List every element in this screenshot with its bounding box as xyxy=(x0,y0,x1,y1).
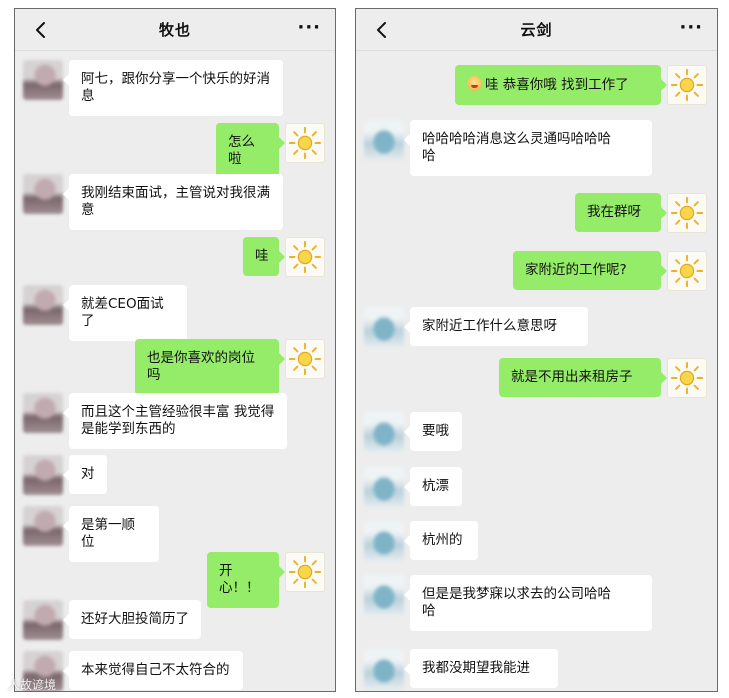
contact-avatar[interactable] xyxy=(364,120,404,160)
message-bubble[interactable]: 还好大胆投简历了 xyxy=(63,600,201,639)
left-chat-window: 牧也 ··· 阿七，跟你分享一个快乐的好消 息 怎么啦 我刚结束面试，主管说对我… xyxy=(14,8,336,692)
message-bubble[interactable]: 怎么啦 xyxy=(216,123,285,179)
sun-icon xyxy=(288,342,322,376)
smiling-emoji-icon xyxy=(467,76,482,91)
right-chat-window: 云剑 ··· 哇 恭喜你哦 找到工作了 哈哈哈哈消息这么灵通吗哈哈哈 哈 我在群… xyxy=(355,8,718,692)
chat-title: 牧也 xyxy=(158,21,191,39)
sun-avatar[interactable] xyxy=(285,123,325,163)
sun-icon xyxy=(670,254,704,288)
watermark: 人故谚境 xyxy=(8,678,57,692)
message-bubble[interactable]: 而且这个主管经验很丰富 我觉得 是能学到东西的 xyxy=(63,393,287,449)
sun-avatar[interactable] xyxy=(667,358,707,398)
chat-title: 云剑 xyxy=(520,21,553,39)
contact-avatar[interactable] xyxy=(364,307,404,347)
message-bubble[interactable]: 要哦 xyxy=(404,412,462,451)
message-bubble[interactable]: 我在群呀 xyxy=(575,193,667,232)
sun-icon xyxy=(670,361,704,395)
contact-avatar[interactable] xyxy=(23,600,63,640)
message-bubble[interactable]: 家附近的工作呢? xyxy=(513,251,667,290)
contact-avatar[interactable] xyxy=(23,174,63,214)
back-chevron-icon[interactable] xyxy=(31,20,51,40)
message-bubble[interactable]: 但是是我梦寐以求去的公司哈哈 哈 xyxy=(404,575,652,631)
sun-icon xyxy=(670,68,704,102)
sun-icon xyxy=(288,555,322,589)
chat-header: 牧也 ··· xyxy=(15,9,335,51)
back-chevron-icon[interactable] xyxy=(372,20,392,40)
contact-avatar[interactable] xyxy=(364,412,404,452)
message-bubble[interactable]: 杭漂 xyxy=(404,467,462,506)
contact-avatar[interactable] xyxy=(364,575,404,615)
contact-avatar[interactable] xyxy=(23,455,63,495)
message-bubble[interactable]: 哇 恭喜你哦 找到工作了 xyxy=(455,65,667,105)
message-bubble[interactable]: 是第一顺位 xyxy=(63,506,159,562)
message-bubble[interactable]: 就是不用出来租房子 xyxy=(499,358,667,397)
chat-header: 云剑 ··· xyxy=(356,9,717,51)
message-bubble[interactable]: 也是你喜欢的岗位吗 xyxy=(135,339,285,395)
message-bubble[interactable]: 本来觉得自己不太符合的 xyxy=(63,651,243,690)
message-bubble[interactable]: 阿七，跟你分享一个快乐的好消 息 xyxy=(63,60,283,116)
contact-avatar[interactable] xyxy=(23,393,63,433)
contact-avatar[interactable] xyxy=(364,649,404,689)
more-options-icon[interactable]: ··· xyxy=(679,17,703,38)
message-bubble[interactable]: 就差CEO面试了 xyxy=(63,285,187,341)
message-bubble[interactable]: 家附近工作什么意思呀 xyxy=(404,307,588,346)
sun-avatar[interactable] xyxy=(285,237,325,277)
contact-avatar[interactable] xyxy=(23,506,63,546)
sun-icon xyxy=(288,240,322,274)
sun-avatar[interactable] xyxy=(667,193,707,233)
sun-icon xyxy=(670,196,704,230)
message-bubble[interactable]: 开心！！ xyxy=(207,552,285,608)
sun-avatar[interactable] xyxy=(667,251,707,291)
contact-avatar[interactable] xyxy=(364,467,404,507)
sun-avatar[interactable] xyxy=(285,339,325,379)
sun-icon xyxy=(288,126,322,160)
message-bubble[interactable]: 杭州的 xyxy=(404,521,478,560)
more-options-icon[interactable]: ··· xyxy=(297,17,321,38)
contact-avatar[interactable] xyxy=(23,60,63,100)
message-text: 哇 恭喜你哦 找到工作了 xyxy=(485,77,629,93)
message-bubble[interactable]: 我都没期望我能进 xyxy=(404,649,558,688)
message-bubble[interactable]: 哈哈哈哈消息这么灵通吗哈哈哈 哈 xyxy=(404,120,652,176)
sun-avatar[interactable] xyxy=(667,65,707,105)
message-bubble[interactable]: 哇 xyxy=(243,237,285,276)
contact-avatar[interactable] xyxy=(364,521,404,561)
contact-avatar[interactable] xyxy=(23,285,63,325)
sun-avatar[interactable] xyxy=(285,552,325,592)
message-bubble[interactable]: 我刚结束面试，主管说对我很满 意 xyxy=(63,174,283,230)
message-bubble[interactable]: 对 xyxy=(63,455,107,494)
